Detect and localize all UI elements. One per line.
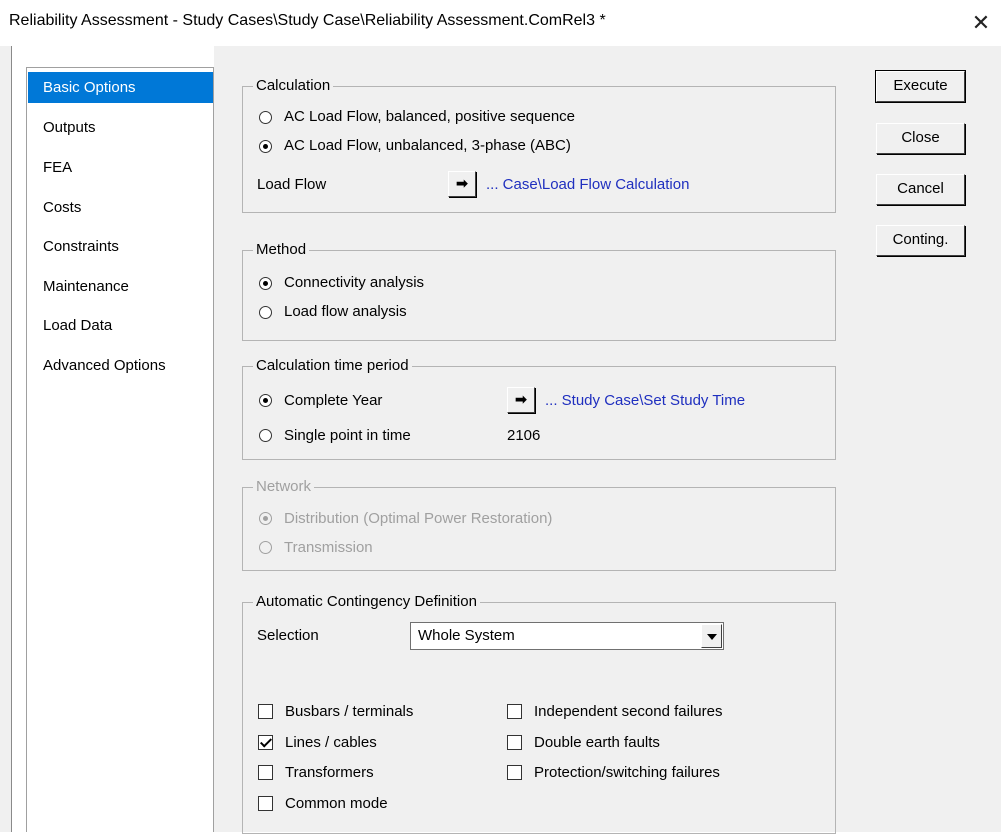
method-group: Method <box>242 241 836 341</box>
busbars-checkbox[interactable] <box>258 704 273 719</box>
method-connectivity-radio[interactable] <box>259 277 272 290</box>
sidebar-item-maintenance[interactable]: Maintenance <box>28 271 213 302</box>
conting-button[interactable]: Conting. <box>876 225 965 256</box>
window-title: Reliability Assessment - Study Cases\Stu… <box>9 12 606 29</box>
close-button[interactable]: Close <box>876 123 965 154</box>
calculation-legend: Calculation <box>253 77 334 95</box>
network-legend: Network <box>253 478 315 496</box>
arrow-right-icon: ➡ <box>456 175 468 191</box>
sidebar-item-advanced-options[interactable]: Advanced Options <box>28 350 213 381</box>
sidebar-item-fea[interactable]: FEA <box>28 152 213 183</box>
transformers-checkbox[interactable] <box>258 765 273 780</box>
common-mode-checkbox[interactable] <box>258 796 273 811</box>
time-period-group: Calculation time period <box>242 357 836 460</box>
selection-value: Whole System <box>418 627 515 644</box>
network-group: Network <box>242 478 836 571</box>
complete-year-radio[interactable] <box>259 394 272 407</box>
network-transmission-label: Transmission <box>284 539 373 556</box>
title-bar: Reliability Assessment - Study Cases\Stu… <box>0 0 1001 46</box>
method-load-flow-label[interactable]: Load flow analysis <box>284 303 407 321</box>
calc-unbalanced-label[interactable]: AC Load Flow, unbalanced, 3-phase (ABC) <box>284 137 571 155</box>
lines-label[interactable]: Lines / cables <box>285 734 377 752</box>
cancel-button[interactable]: Cancel <box>876 174 965 205</box>
study-time-link[interactable]: ... Study Case\Set Study Time <box>545 392 745 410</box>
independent-failures-checkbox[interactable] <box>507 704 522 719</box>
load-flow-label: Load Flow <box>257 176 327 193</box>
contingency-legend: Automatic Contingency Definition <box>253 593 480 611</box>
sidebar-item-load-data[interactable]: Load Data <box>28 310 213 341</box>
options-sidebar: Basic Options Outputs FEA Costs Constrai… <box>26 67 214 832</box>
complete-year-label[interactable]: Complete Year <box>284 392 382 410</box>
sidebar-item-basic-options[interactable]: Basic Options <box>28 72 213 103</box>
single-point-radio[interactable] <box>259 429 272 442</box>
double-earth-checkbox[interactable] <box>507 735 522 750</box>
transformers-label[interactable]: Transformers <box>285 764 374 782</box>
execute-button[interactable]: Execute <box>875 70 966 103</box>
method-load-flow-radio[interactable] <box>259 306 272 319</box>
arrow-right-icon: ➡ <box>515 391 527 407</box>
load-flow-jump-button[interactable]: ➡ <box>448 171 476 197</box>
method-connectivity-label[interactable]: Connectivity analysis <box>284 274 424 292</box>
sidebar-item-costs[interactable]: Costs <box>28 192 213 223</box>
network-transmission-radio <box>259 541 272 554</box>
calc-unbalanced-radio[interactable] <box>259 140 272 153</box>
independent-failures-label[interactable]: Independent second failures <box>534 703 722 721</box>
protection-failures-label[interactable]: Protection/switching failures <box>534 764 720 782</box>
busbars-label[interactable]: Busbars / terminals <box>285 703 413 721</box>
lines-checkbox[interactable] <box>258 735 273 750</box>
window-frame-edge <box>11 46 12 832</box>
close-icon[interactable]: ✕ <box>966 8 996 38</box>
time-period-legend: Calculation time period <box>253 357 412 375</box>
selection-label: Selection <box>257 627 319 644</box>
protection-failures-checkbox[interactable] <box>507 765 522 780</box>
chevron-down-icon[interactable] <box>701 624 722 648</box>
double-earth-label[interactable]: Double earth faults <box>534 734 660 752</box>
calc-balanced-label[interactable]: AC Load Flow, balanced, positive sequenc… <box>284 108 575 126</box>
method-legend: Method <box>253 241 310 259</box>
load-flow-link[interactable]: ... Case\Load Flow Calculation <box>486 176 689 194</box>
study-time-jump-button[interactable]: ➡ <box>507 387 535 413</box>
single-point-value: 2106 <box>507 427 541 444</box>
selection-dropdown[interactable]: Whole System <box>410 622 724 650</box>
sidebar-item-outputs[interactable]: Outputs <box>28 112 213 143</box>
sidebar-item-constraints[interactable]: Constraints <box>28 231 213 262</box>
calc-balanced-radio[interactable] <box>259 111 272 124</box>
common-mode-label[interactable]: Common mode <box>285 795 388 813</box>
network-distribution-label: Distribution (Optimal Power Restoration) <box>284 510 553 527</box>
single-point-label[interactable]: Single point in time <box>284 427 411 445</box>
network-distribution-radio <box>259 512 272 525</box>
